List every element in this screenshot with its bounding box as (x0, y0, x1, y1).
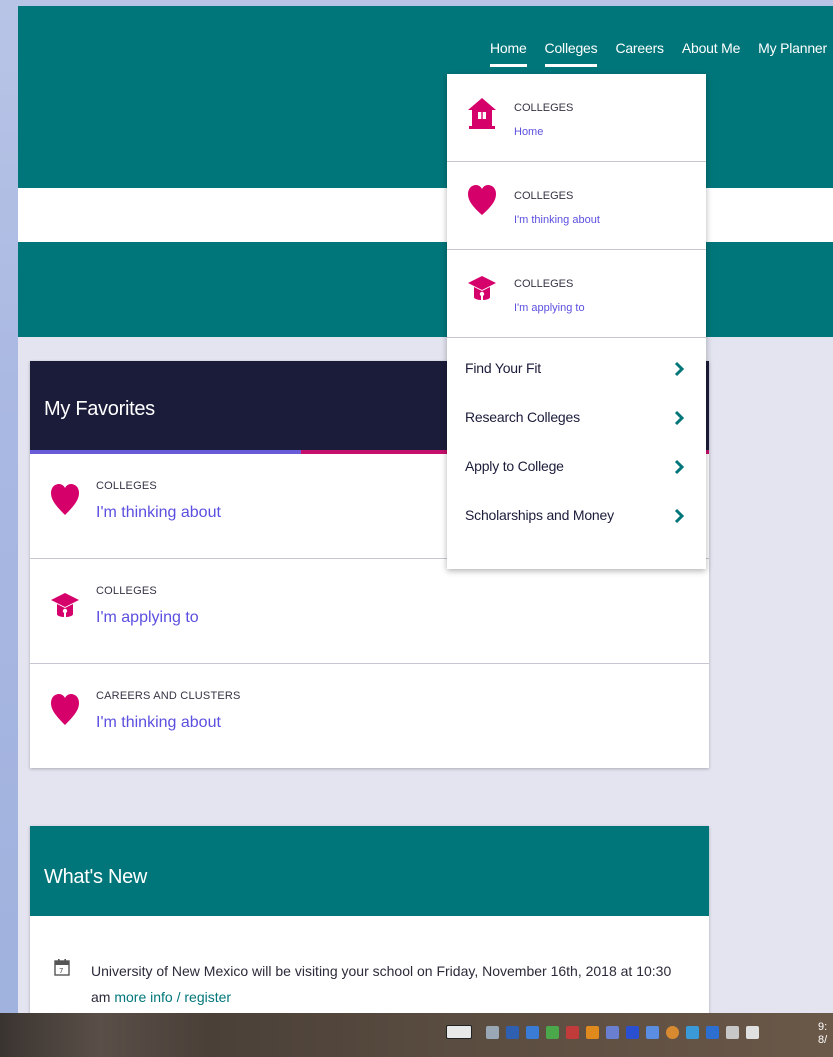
dropdown-link-scholarships-and-money[interactable]: Scholarships and Money (447, 507, 706, 556)
taskbar: 9: 8/ (0, 1013, 833, 1057)
app-icon[interactable] (666, 1025, 679, 1039)
clock-date: 8/ (818, 1034, 828, 1046)
house-icon (468, 98, 496, 129)
favorite-link[interactable]: I'm thinking about (96, 504, 221, 522)
svg-text:7: 7 (59, 967, 63, 975)
dropdown-item-colleges-applying[interactable]: COLLEGES I'm applying to (447, 250, 706, 338)
network-icon[interactable] (726, 1025, 739, 1039)
dropdown-link-label: Apply to College (465, 458, 564, 474)
clock-time: 9: (818, 1021, 828, 1033)
bluetooth-icon[interactable] (626, 1025, 639, 1039)
taskbar-clock[interactable]: 9: 8/ (818, 1021, 827, 1047)
app-icon[interactable] (566, 1025, 579, 1039)
dropdown-link-apply-to-college[interactable]: Apply to College (447, 458, 706, 507)
dropdown-link-list: Find Your Fit Research Colleges Apply to… (447, 338, 706, 556)
whats-new-card: What's New 7 University of New Mexico wi… (30, 826, 709, 1013)
app-window: Home Colleges Careers About Me My Planne… (18, 6, 833, 1013)
dropdown-link-label: Scholarships and Money (465, 507, 614, 523)
dropdown-link-research-colleges[interactable]: Research Colleges (447, 409, 706, 458)
favorite-kicker: COLLEGES (96, 480, 157, 492)
dropdown-kicker: COLLEGES (514, 190, 574, 202)
dropdown-link-find-your-fit[interactable]: Find Your Fit (447, 360, 706, 409)
system-tray (446, 1025, 766, 1039)
dropdown-item-colleges-thinking[interactable]: COLLEGES I'm thinking about (447, 162, 706, 250)
chevron-right-icon (674, 410, 685, 426)
dropdown-kicker: COLLEGES (514, 102, 574, 114)
dropdown-sublabel: Home (514, 126, 544, 138)
heart-icon (51, 694, 79, 725)
volume-icon[interactable] (746, 1025, 759, 1039)
app-icon[interactable] (526, 1025, 539, 1039)
dropdown-link-label: Find Your Fit (465, 360, 541, 376)
favorite-kicker: CAREERS AND CLUSTERS (96, 690, 241, 702)
whats-new-item: 7 University of New Mexico will be visit… (30, 916, 709, 1010)
keyboard-icon[interactable] (446, 1025, 472, 1039)
app-icon[interactable] (586, 1025, 599, 1039)
favorite-kicker: COLLEGES (96, 585, 157, 597)
app-icon[interactable] (706, 1025, 719, 1039)
whats-new-title: What's New (30, 826, 709, 916)
search-bar-area[interactable] (18, 188, 833, 242)
graduation-cap-icon (51, 593, 79, 617)
graduation-cap-icon (468, 276, 496, 300)
nav-colleges[interactable]: Colleges (544, 40, 598, 67)
hero-banner-lower (18, 242, 833, 337)
heart-icon (51, 484, 79, 515)
app-icon[interactable] (686, 1025, 699, 1039)
printer-icon[interactable] (486, 1025, 499, 1039)
nav-careers[interactable]: Careers (615, 40, 664, 67)
calendar-icon: 7 (54, 959, 70, 976)
nav-home[interactable]: Home (490, 40, 527, 67)
top-nav: Home Colleges Careers About Me My Planne… (476, 40, 833, 67)
app-icon[interactable] (546, 1025, 559, 1039)
heart-icon (468, 185, 496, 215)
dropdown-sublabel: I'm thinking about (514, 214, 600, 226)
favorite-row-colleges-applying[interactable]: COLLEGES I'm applying to (30, 559, 709, 664)
more-info-register-link[interactable]: more info / register (114, 989, 231, 1005)
chevron-right-icon (674, 361, 685, 377)
dropdown-item-colleges-home[interactable]: COLLEGES Home (447, 74, 706, 162)
favorite-row-careers-thinking[interactable]: CAREERS AND CLUSTERS I'm thinking about (30, 664, 709, 769)
chevron-right-icon (674, 459, 685, 475)
app-icon[interactable] (646, 1025, 659, 1039)
dropdown-sublabel: I'm applying to (514, 302, 585, 314)
nav-my-planner[interactable]: My Planner (758, 40, 827, 67)
shield-icon[interactable] (606, 1025, 619, 1039)
colleges-dropdown-menu: COLLEGES Home COLLEGES I'm thinking abou… (447, 74, 706, 569)
hero-banner (18, 6, 833, 188)
app-icon[interactable] (506, 1025, 519, 1039)
dropdown-link-label: Research Colleges (465, 409, 580, 425)
chevron-right-icon (674, 508, 685, 524)
dropdown-kicker: COLLEGES (514, 278, 574, 290)
favorite-link[interactable]: I'm thinking about (96, 714, 221, 732)
nav-about-me[interactable]: About Me (682, 40, 741, 67)
favorite-link[interactable]: I'm applying to (96, 609, 199, 627)
